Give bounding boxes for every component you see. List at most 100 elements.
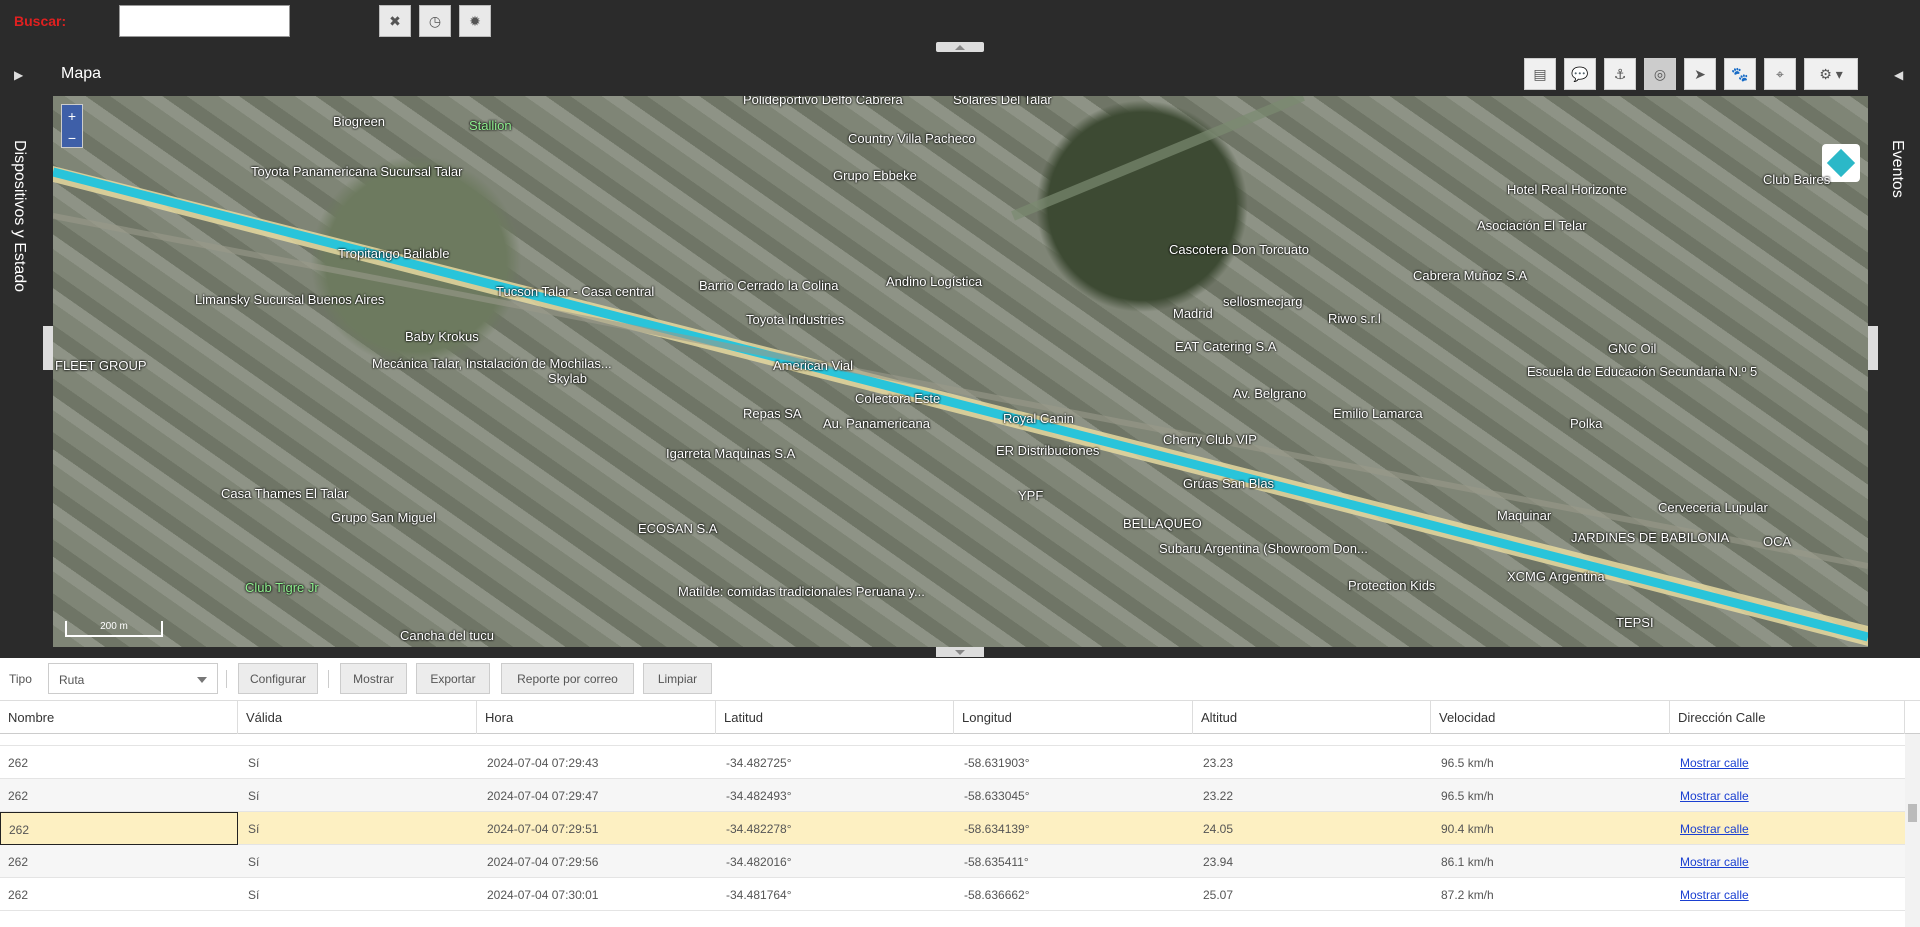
map-settings-dropdown[interactable]: ⚙ ▾ — [1804, 58, 1858, 90]
map-place: Cherry Club VIP — [1163, 432, 1257, 447]
table-header: Nombre Válida Hora Latitud Longitud Alti… — [0, 700, 1920, 734]
column-header-direccion[interactable]: Dirección Calle — [1670, 701, 1905, 734]
table-scrollbar[interactable] — [1905, 734, 1920, 927]
cell-velocidad: 96.5 km/h — [1441, 789, 1494, 803]
clear-search-button[interactable]: ✖ — [379, 5, 411, 37]
collapse-top-toggle[interactable] — [936, 42, 984, 52]
map-place: OCA — [1763, 534, 1792, 549]
route-line — [53, 167, 1868, 642]
map-place: Club Baires — [1763, 172, 1831, 187]
table-row[interactable]: 262 Sí 2024-07-04 07:29:47 -34.482493° -… — [0, 779, 1905, 812]
cell-altitud: 23.94 — [1203, 855, 1234, 869]
cell-velocidad: 86.1 km/h — [1441, 855, 1494, 869]
show-street-link[interactable]: Mostrar calle — [1680, 822, 1749, 836]
column-header-hora[interactable]: Hora — [477, 701, 716, 734]
expand-left-icon[interactable]: ▶ — [14, 68, 23, 82]
map-place: Subaru Argentina (Showroom Don... — [1159, 541, 1368, 556]
map-place: XCMG Argentina — [1507, 569, 1605, 584]
map-place: Polka — [1570, 416, 1603, 431]
cell-hora: 2024-07-04 07:30:01 — [487, 888, 599, 902]
zoom-in-button[interactable]: + — [62, 105, 82, 127]
map-right-handle[interactable] — [1868, 326, 1878, 370]
document-button[interactable]: ▤ — [1524, 58, 1556, 90]
cell-valida: Sí — [248, 756, 260, 770]
navigate-icon: ➤ — [1694, 65, 1706, 82]
cell-latitud: -34.482725° — [726, 756, 792, 770]
map-place: ECOSAN S.A — [638, 521, 718, 536]
zoom-out-button[interactable]: − — [62, 127, 82, 149]
show-street-link[interactable]: Mostrar calle — [1680, 888, 1749, 902]
cell-valida: Sí — [248, 855, 260, 869]
cell-altitud: 25.07 — [1203, 888, 1234, 902]
cell-hora: 2024-07-04 07:29:43 — [487, 756, 599, 770]
map-place: Stallion — [469, 118, 512, 133]
paw-icon: 🐾 — [1731, 65, 1749, 82]
map-place: Tucson Talar - Casa central — [496, 284, 655, 299]
map-place: Hotel Real Horizonte — [1507, 182, 1627, 197]
email-report-button[interactable]: Reporte por correo — [501, 663, 634, 694]
divider — [226, 670, 227, 688]
mostrar-button[interactable]: Mostrar — [340, 663, 407, 694]
map-place: Casa Thames El Talar — [221, 486, 349, 501]
column-header-altitud[interactable]: Altitud — [1193, 701, 1431, 734]
tipo-label: Tipo — [9, 672, 32, 686]
show-street-link[interactable]: Mostrar calle — [1680, 789, 1749, 803]
map-place: Repas SA — [743, 406, 802, 421]
column-header-velocidad[interactable]: Velocidad — [1431, 701, 1670, 734]
cell-nombre: 262 — [8, 855, 29, 869]
configurar-button[interactable]: Configurar — [238, 663, 318, 694]
table-row-selected[interactable]: 262 Sí 2024-07-04 07:29:51 -34.482278° -… — [0, 812, 1905, 845]
map-canvas[interactable]: + − Polideportivo Delfo Cabrera Solares … — [53, 96, 1868, 647]
crosshair-button[interactable]: ⌖ — [1764, 58, 1796, 90]
table-body: Mostrar calle 262 Sí 2024-07-04 07:29:43… — [0, 734, 1905, 927]
settings-button[interactable]: ✹ — [459, 5, 491, 37]
cell-valida: Sí — [248, 888, 260, 902]
scrollbar-thumb[interactable] — [1908, 804, 1917, 822]
show-street-link[interactable]: Mostrar calle — [1680, 756, 1749, 770]
map-left-handle[interactable] — [43, 326, 53, 370]
collapse-bottom-toggle[interactable] — [936, 647, 984, 657]
column-header-latitud[interactable]: Latitud — [716, 701, 954, 734]
devices-status-tab[interactable]: Dispositivos y Estado — [10, 140, 28, 292]
chat-button[interactable]: 💬 — [1564, 58, 1596, 90]
table-row[interactable]: 262 Sí 2024-07-04 07:30:01 -34.481764° -… — [0, 878, 1905, 911]
map-scale: 200 m — [65, 621, 163, 637]
map-place: YPF — [1018, 488, 1044, 503]
cell-velocidad: 90.4 km/h — [1441, 822, 1494, 836]
history-button[interactable]: ◷ — [419, 5, 451, 37]
map-place: Asociación El Telar — [1477, 218, 1587, 233]
gear-icon: ⚙ ▾ — [1819, 65, 1843, 82]
map-place: Country Villa Pacheco — [848, 131, 976, 146]
tipo-select[interactable]: Ruta — [48, 663, 218, 694]
map-place: Colectora Este — [855, 391, 941, 406]
cell-longitud: -58.633045° — [964, 789, 1030, 803]
column-header-nombre[interactable]: Nombre — [0, 701, 238, 734]
map-place: Grupo San Miguel — [331, 510, 436, 525]
column-header-longitud[interactable]: Longitud — [954, 701, 1193, 734]
map-place: Madrid — [1173, 306, 1213, 321]
cell-velocidad: 87.2 km/h — [1441, 888, 1494, 902]
navigate-button[interactable]: ➤ — [1684, 58, 1716, 90]
column-header-valida[interactable]: Válida — [238, 701, 477, 734]
map-place: American Vial — [773, 358, 853, 373]
expand-right-icon[interactable]: ◀ — [1894, 68, 1903, 82]
paw-button[interactable]: 🐾 — [1724, 58, 1756, 90]
left-sidebar: ▶ Dispositivos y Estado — [0, 52, 42, 658]
map-title: Mapa — [61, 65, 102, 82]
search-input[interactable] — [119, 5, 290, 37]
events-tab[interactable]: Eventos — [1888, 140, 1906, 198]
tipo-value: Ruta — [59, 673, 85, 687]
map-place: Limansky Sucursal Buenos Aires — [195, 292, 385, 307]
target-button[interactable]: ◎ — [1644, 58, 1676, 90]
exportar-button[interactable]: Exportar — [416, 663, 490, 694]
map-place: Au. Panamericana — [823, 416, 930, 431]
map-header: Mapa ▤ 💬 ⚓ ◎ ➤ 🐾 ⌖ ⚙ ▾ — [42, 52, 1878, 96]
table-row[interactable]: 262 Sí 2024-07-04 07:29:43 -34.482725° -… — [0, 746, 1905, 779]
table-row[interactable]: 262 Sí 2024-07-04 07:29:56 -34.482016° -… — [0, 845, 1905, 878]
map-place: Skylab — [548, 371, 588, 386]
limpiar-button[interactable]: Limpiar — [643, 663, 712, 694]
zoom-control: + − — [61, 104, 83, 148]
anchor-button[interactable]: ⚓ — [1604, 58, 1636, 90]
map-place: Mecánica Talar, Instalación de Mochilas.… — [372, 356, 612, 371]
show-street-link[interactable]: Mostrar calle — [1680, 855, 1749, 869]
